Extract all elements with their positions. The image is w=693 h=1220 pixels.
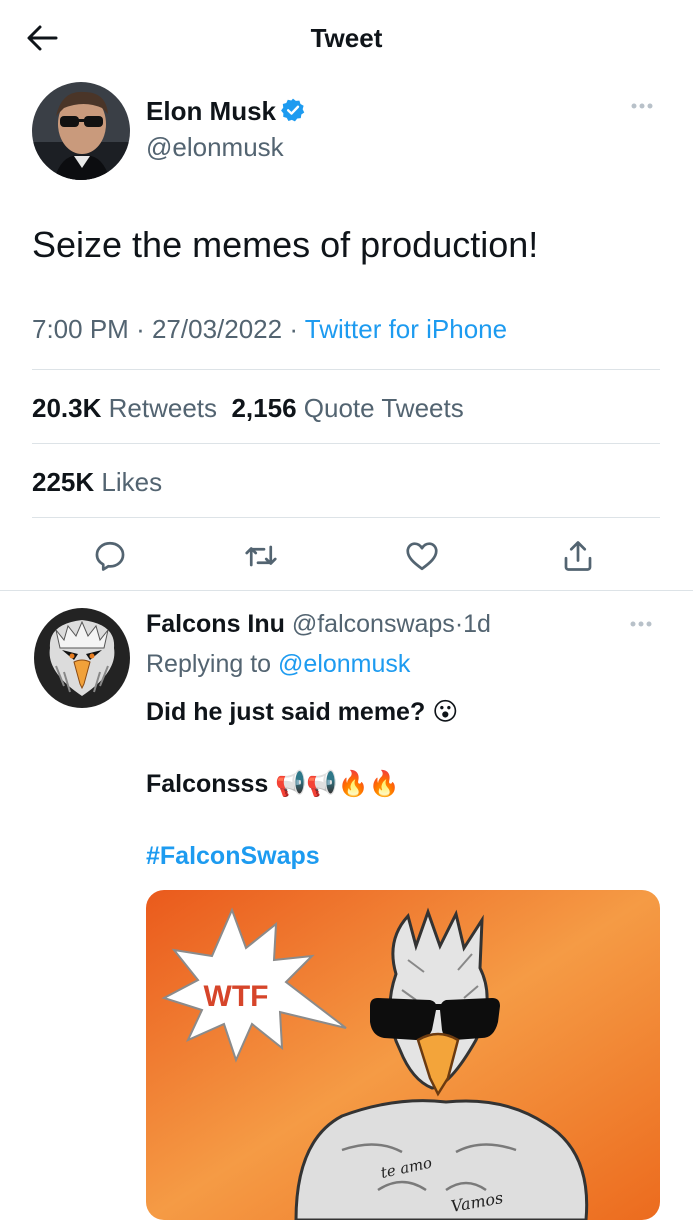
retweets-label: Retweets <box>108 393 218 423</box>
tweet-author: Elon Musk @elonmusk <box>32 82 672 182</box>
surprised-emoji-icon: 😮 <box>432 698 459 726</box>
more-dots-icon <box>631 103 653 109</box>
retweets-count: 20.3K <box>32 393 102 423</box>
like-icon <box>406 542 438 571</box>
reply-age: 1d <box>463 610 491 638</box>
likes-label: Likes <box>101 467 163 497</box>
meta-separator: · <box>289 314 299 344</box>
author-name-text: Elon Musk <box>146 96 277 126</box>
reply-author-handle[interactable]: @falconswaps <box>292 610 455 638</box>
reply-line-2: Falconsss 📢📢🔥🔥 <box>146 766 400 802</box>
reply-icon <box>95 541 125 571</box>
share-icon <box>564 541 592 571</box>
media-caption: WTF <box>204 980 269 1013</box>
reply-line-1: Did he just said meme? 😮 <box>146 694 458 730</box>
tweet-meta: 7:00 PM · 27/03/2022 · Twitter for iPhon… <box>32 310 507 348</box>
replying-mention[interactable]: @elonmusk <box>278 650 410 678</box>
retweet-icon <box>245 545 277 567</box>
reply-author-name[interactable]: Falcons Inu <box>146 610 285 638</box>
share-button[interactable] <box>556 534 600 578</box>
reply-media-image[interactable]: WTF te amo Vamos <box>146 890 660 1220</box>
quote-label: Quote Tweets <box>303 393 464 423</box>
divider <box>32 443 660 444</box>
tweet-source[interactable]: Twitter for iPhone <box>305 314 507 344</box>
top-bar: Tweet <box>0 0 693 76</box>
megaphone-fire-emoji-icon: 📢📢🔥🔥 <box>275 770 400 798</box>
retweets-link[interactable]: 20.3K Retweets <box>32 393 217 423</box>
more-dots-icon <box>630 621 652 627</box>
avatar[interactable] <box>32 82 130 180</box>
divider <box>32 517 660 518</box>
verified-badge-icon <box>281 98 305 122</box>
section-divider <box>0 590 693 591</box>
tweet-time: 7:00 PM <box>32 314 129 344</box>
quote-count: 2,156 <box>231 393 297 423</box>
hashtag-link[interactable]: #FalconSwaps <box>146 838 320 874</box>
tweet-date: 27/03/2022 <box>151 314 283 344</box>
quote-tweets-link[interactable]: 2,156 Quote Tweets <box>231 393 463 423</box>
more-button[interactable] <box>624 96 660 116</box>
reply-header: Falcons Inu @falconswaps·1d <box>146 606 491 642</box>
reply-line-2-text: Falconsss <box>146 770 269 798</box>
tweet-text: Seize the memes of production! <box>32 224 539 265</box>
meta-separator: · <box>136 314 145 344</box>
reply-avatar[interactable] <box>34 608 130 708</box>
retweet-stats: 20.3K Retweets 2,156 Quote Tweets <box>32 390 464 426</box>
author-handle[interactable]: @elonmusk <box>146 130 284 164</box>
reply-dot: · <box>454 610 464 638</box>
like-button[interactable] <box>400 534 444 578</box>
divider <box>32 369 660 370</box>
likes-count: 225K <box>32 467 95 497</box>
reply-button[interactable] <box>88 534 132 578</box>
reply-more-button[interactable] <box>623 614 659 634</box>
author-name[interactable]: Elon Musk <box>146 94 306 128</box>
retweet-button[interactable] <box>239 534 283 578</box>
replying-to: Replying to @elonmusk <box>146 646 410 682</box>
reply-line-1-text: Did he just said meme? <box>146 698 426 726</box>
page-title: Tweet <box>310 23 383 53</box>
likes-stats[interactable]: 225K Likes <box>32 464 162 500</box>
replying-prefix: Replying to <box>146 650 272 678</box>
